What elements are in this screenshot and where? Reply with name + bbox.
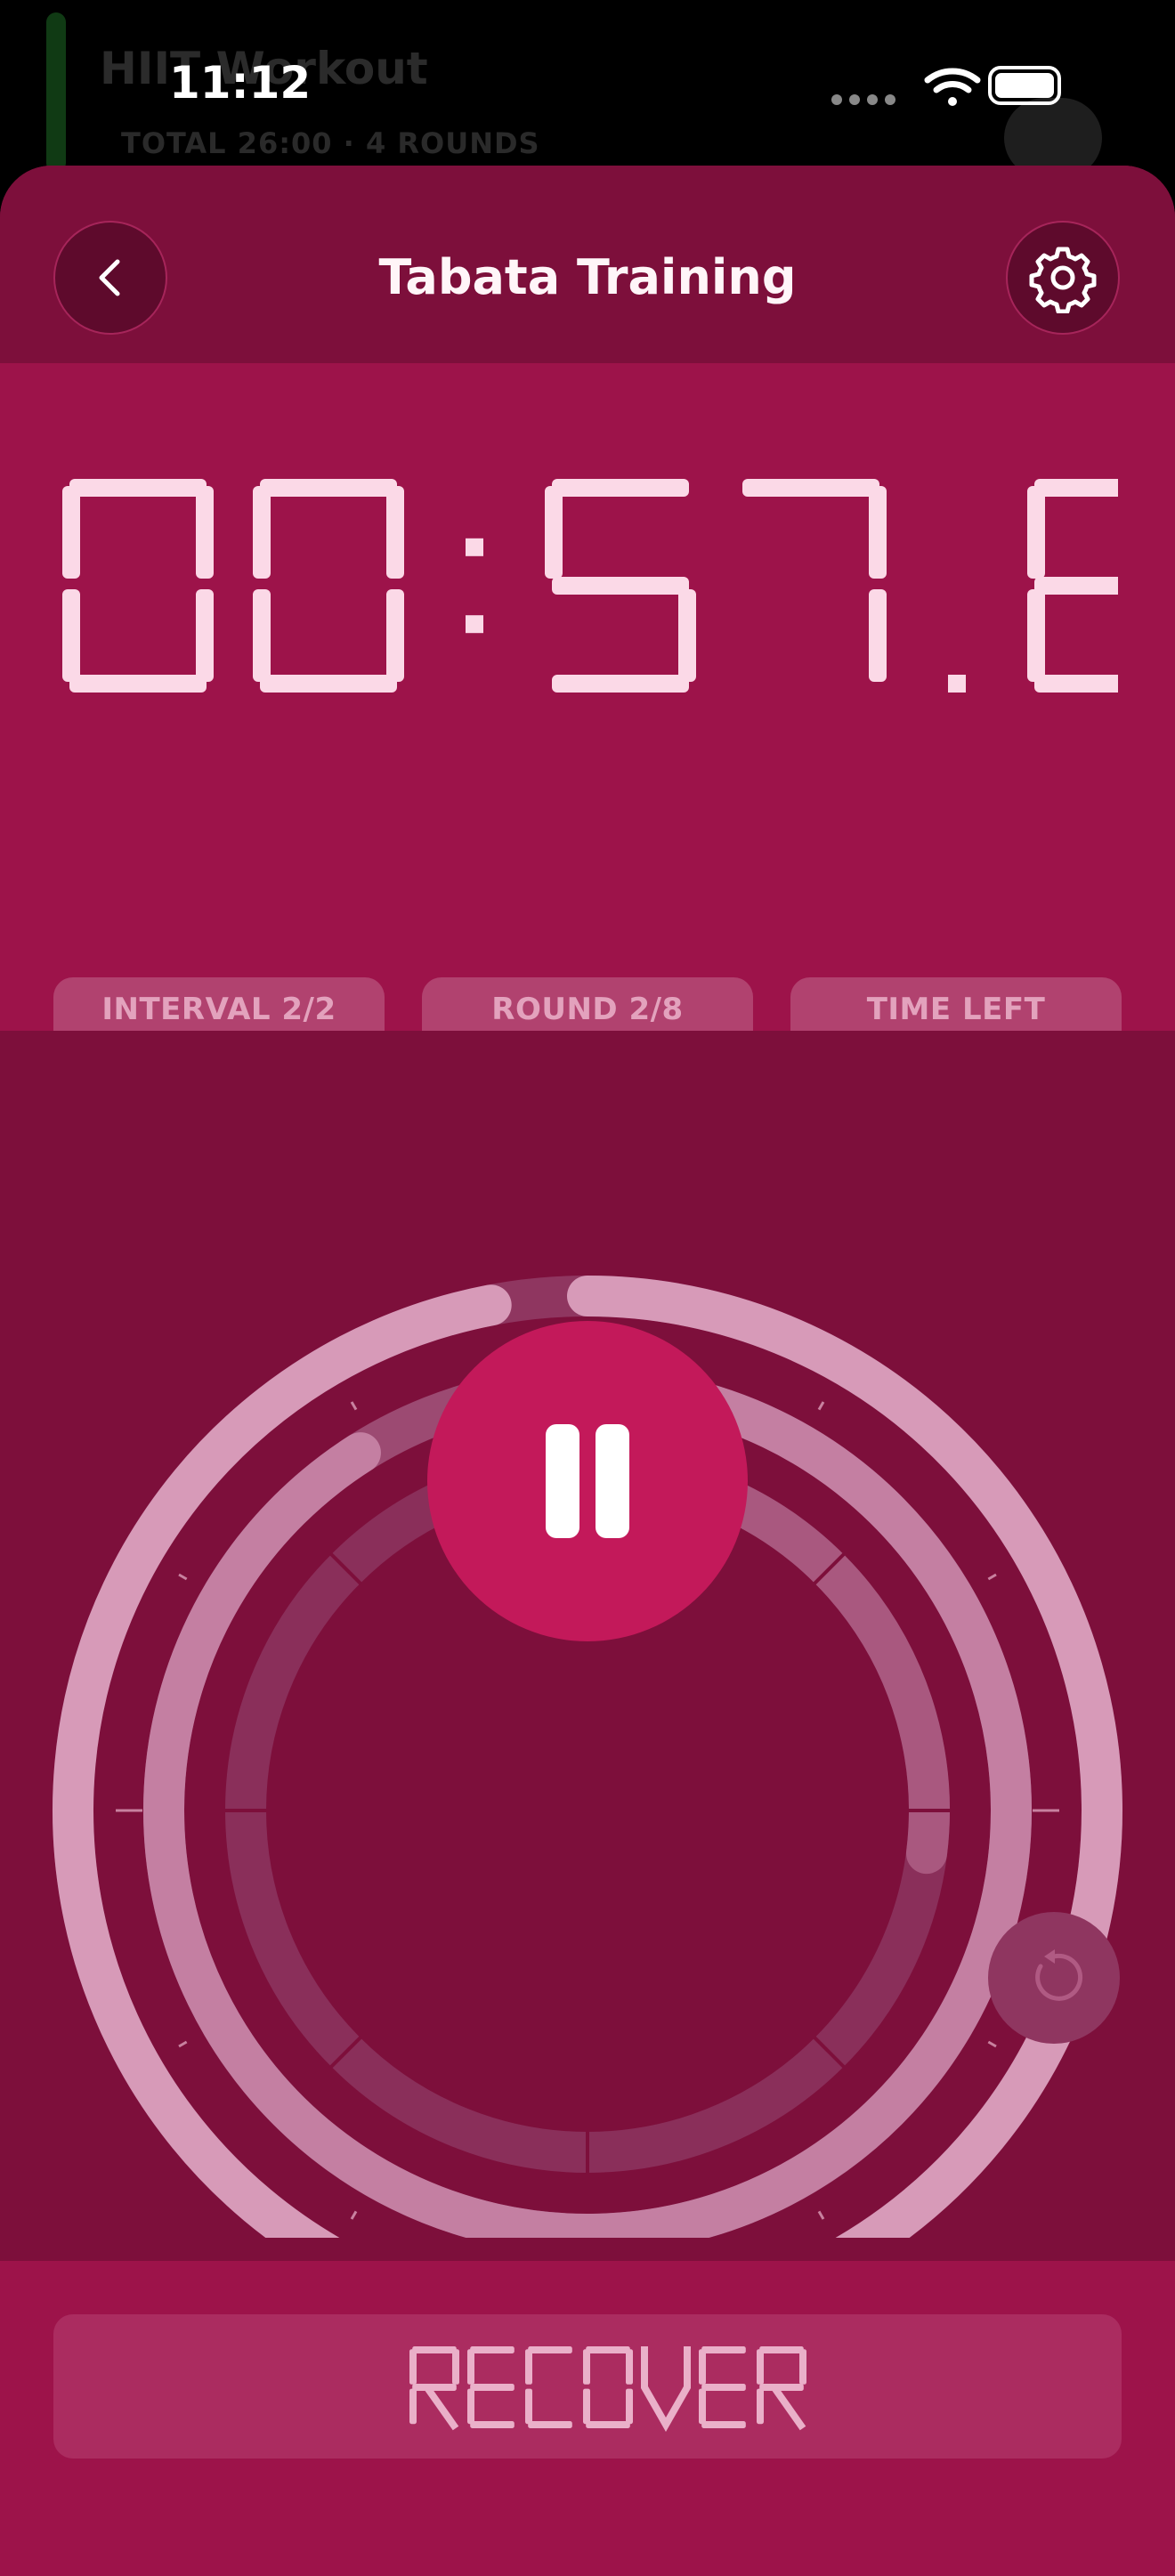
reset-button[interactable] xyxy=(988,1912,1120,2044)
ring-tick xyxy=(178,2040,188,2048)
status-icons xyxy=(828,61,1068,110)
main-timer-digits xyxy=(62,479,1175,693)
pause-button[interactable] xyxy=(427,1321,748,1641)
round-stat-label: ROUND 2/8 xyxy=(491,992,684,1027)
ring-tick xyxy=(817,1401,825,1411)
phase-label xyxy=(409,2346,806,2433)
main-timer-char-3 xyxy=(545,479,696,693)
time-left-stat-label: TIME LEFT xyxy=(866,992,1046,1027)
reset-icon xyxy=(1035,1949,1083,2001)
gear-icon xyxy=(1029,247,1097,313)
interval-stat-label: INTERVAL 2/2 xyxy=(101,992,336,1027)
wifi-icon xyxy=(924,68,981,106)
phase-char-6 xyxy=(757,2346,806,2431)
main-timer-char-5 xyxy=(948,675,966,693)
settings-button[interactable] xyxy=(1006,221,1120,335)
phase-char-4 xyxy=(641,2346,691,2433)
main-timer-char-1 xyxy=(253,479,404,693)
ring-tick xyxy=(178,1573,188,1581)
page-title: Tabata Training xyxy=(378,249,797,305)
phase-char-0 xyxy=(409,2346,459,2431)
main-timer xyxy=(59,470,1175,701)
phase-char-3 xyxy=(583,2346,633,2428)
phase-char-1 xyxy=(467,2346,515,2428)
status-time: 11:12 xyxy=(169,57,312,109)
background-app-subtitle: TOTAL 26:00 · 4 ROUNDS xyxy=(121,126,540,160)
phase-char-5 xyxy=(699,2346,746,2428)
nav-bar: Tabata Training xyxy=(0,166,1175,363)
main-timer-char-4 xyxy=(742,479,887,682)
battery-icon xyxy=(988,66,1061,105)
timer-panel: INTERVAL 2/2 ROUND 2/8 TIME LEFT xyxy=(0,363,1175,1143)
ring-tick xyxy=(817,2210,825,2220)
ring-tick xyxy=(987,1573,997,1581)
main-timer-char-0 xyxy=(62,479,214,693)
phase-char-2 xyxy=(525,2346,572,2428)
main-timer-char-6 xyxy=(1027,479,1175,693)
ring-tick xyxy=(350,1401,358,1411)
ring-tick xyxy=(987,2040,997,2048)
ring-tick xyxy=(350,2210,358,2220)
pause-icon xyxy=(546,1424,629,1538)
phase-area xyxy=(0,2261,1175,2576)
cellular-icon xyxy=(831,94,895,105)
background-accent-bar xyxy=(46,12,66,173)
phase-indicator xyxy=(53,2314,1122,2459)
main-timer-char-2 xyxy=(466,538,483,634)
